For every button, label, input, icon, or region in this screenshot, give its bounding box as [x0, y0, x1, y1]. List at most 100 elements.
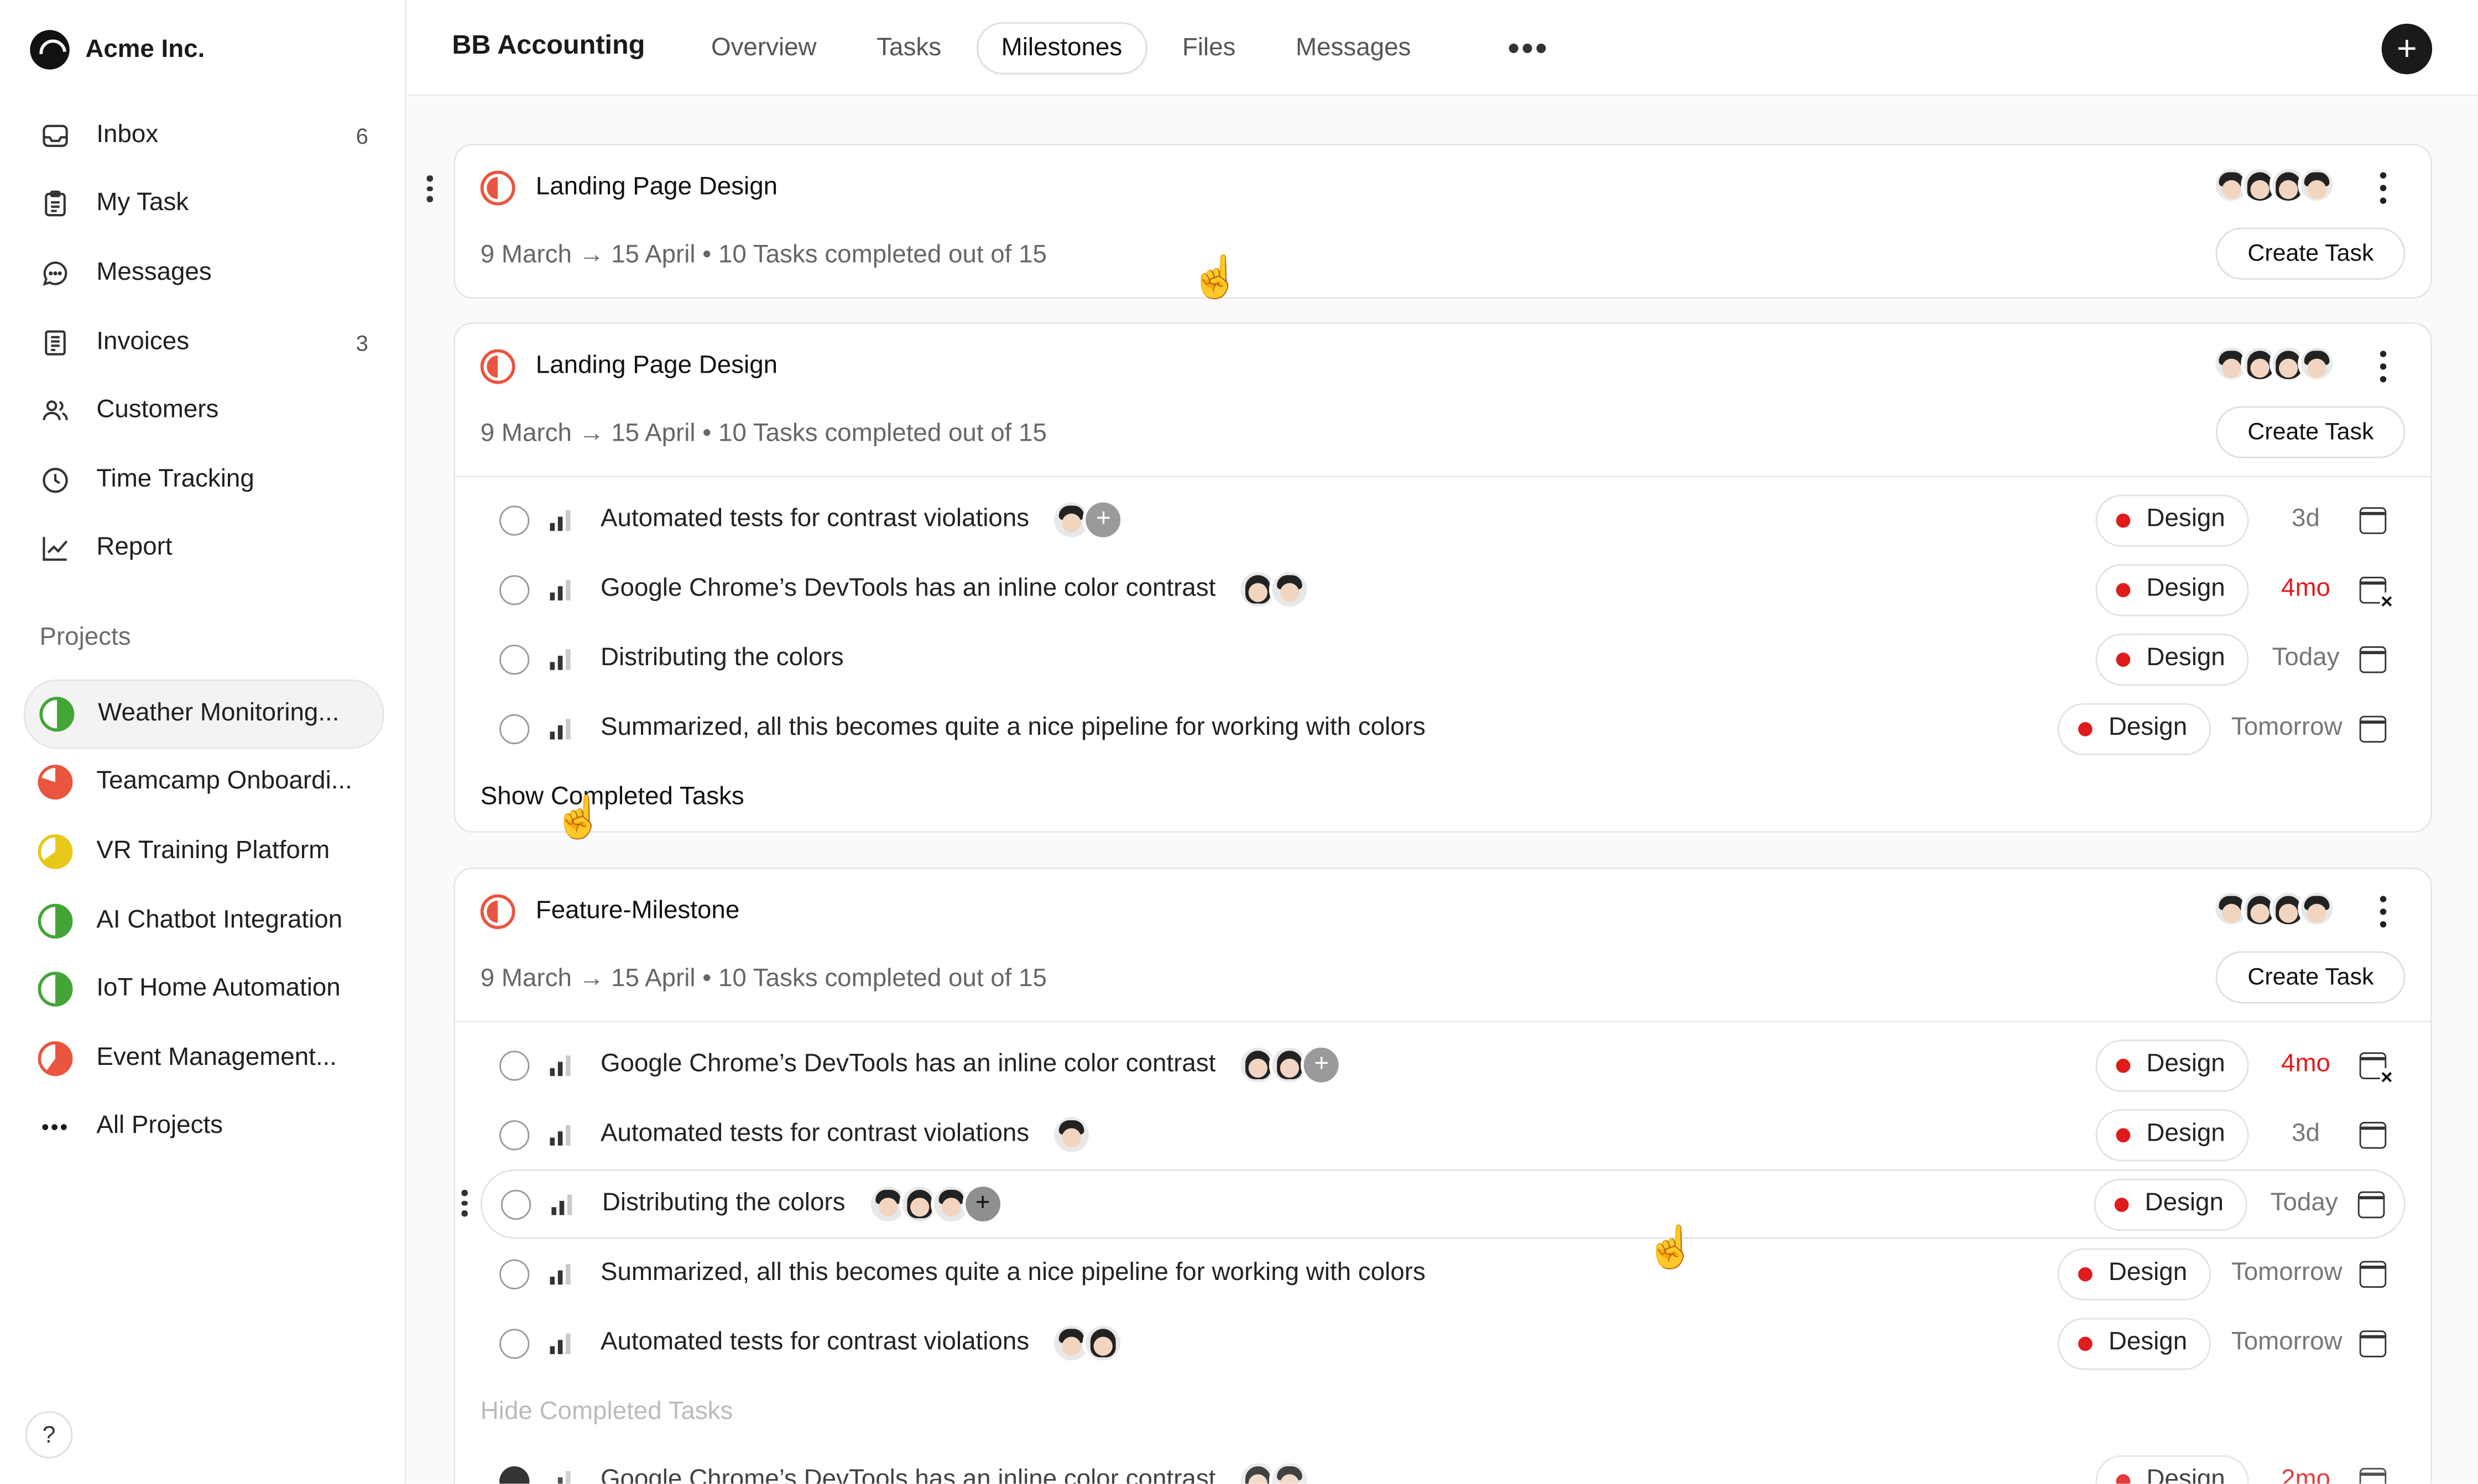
tab-milestones[interactable]: Milestones — [975, 22, 1147, 75]
task-assignees[interactable] — [1051, 1114, 1093, 1156]
create-task-button[interactable]: Create Task — [2216, 951, 2406, 1004]
all-projects-link[interactable]: ••• All Projects — [24, 1093, 384, 1162]
task-assignees[interactable] — [1238, 1460, 1311, 1484]
project-item-vr-training[interactable]: VR Training Platform — [24, 817, 384, 886]
project-item-iot-home[interactable]: IoT Home Automation — [24, 955, 384, 1024]
project-item-teamcamp-onboarding[interactable]: Teamcamp Onboardi... — [24, 748, 384, 817]
project-item-ai-chatbot[interactable]: AI Chatbot Integration — [24, 886, 384, 955]
milestone-menu-icon[interactable] — [2371, 346, 2396, 387]
nav-item-invoices[interactable]: Invoices 3 — [24, 308, 384, 377]
priority-icon[interactable] — [550, 1332, 576, 1355]
add-assignee-icon[interactable]: + — [962, 1183, 1004, 1225]
task-row[interactable]: Summarized, all this becomes quite a nic… — [455, 694, 2430, 764]
task-tag[interactable]: Design — [2058, 1247, 2211, 1300]
calendar-icon[interactable] — [2357, 1190, 2385, 1217]
nav-item-messages[interactable]: Messages — [24, 239, 384, 308]
priority-icon[interactable] — [550, 1124, 576, 1146]
project-item-event-management[interactable]: Event Management... — [24, 1024, 384, 1093]
show-completed-tasks-toggle[interactable]: Show Completed Tasks — [455, 763, 2430, 831]
task-tag[interactable]: Design — [2058, 1316, 2211, 1370]
task-row[interactable]: Google Chrome’s DevTools has an inline c… — [455, 1030, 2430, 1100]
task-tag[interactable]: Design — [2095, 1038, 2249, 1091]
more-tabs-button[interactable]: ••• — [1505, 22, 1552, 74]
create-task-button[interactable]: Create Task — [2216, 227, 2406, 280]
task-row[interactable]: Summarized, all this becomes quite a nic… — [455, 1239, 2430, 1308]
workspace-switcher[interactable]: Acme Inc. — [30, 30, 205, 70]
task-checked-icon[interactable] — [499, 1465, 530, 1484]
nav-item-customers[interactable]: Customers — [24, 377, 384, 446]
help-button[interactable]: ? — [25, 1410, 73, 1459]
calendar-icon[interactable] — [2359, 645, 2387, 672]
nav-item-time-tracking[interactable]: Time Tracking — [24, 446, 384, 515]
task-tag[interactable]: Design — [2058, 702, 2211, 755]
priority-icon[interactable] — [550, 578, 576, 600]
milestone-menu-icon[interactable] — [2371, 891, 2396, 932]
priority-icon[interactable] — [550, 717, 576, 740]
task-tag[interactable]: Design — [2095, 494, 2249, 546]
task-row[interactable]: Automated tests for contrast violations … — [455, 1100, 2430, 1169]
task-checkbox[interactable] — [499, 644, 530, 674]
task-row-hovered[interactable]: Distributing the colors + Design Today — [480, 1169, 2406, 1239]
priority-icon[interactable] — [550, 509, 576, 531]
task-checkbox[interactable] — [499, 574, 530, 605]
add-assignee-icon[interactable]: + — [1083, 499, 1124, 541]
nav-item-my-task[interactable]: My Task — [24, 170, 384, 239]
milestone-title[interactable]: Landing Page Design — [536, 171, 778, 206]
calendar-overdue-icon[interactable] — [2359, 1051, 2393, 1086]
task-due-overdue: 2mo — [2281, 1466, 2330, 1484]
task-tag[interactable]: Design — [2095, 1454, 2249, 1484]
milestone-assignees[interactable] — [2212, 166, 2336, 204]
tab-tasks[interactable]: Tasks — [851, 22, 966, 74]
task-assignees[interactable] — [1051, 1322, 1124, 1364]
task-checkbox[interactable] — [499, 505, 530, 535]
add-assignee-icon[interactable]: + — [1301, 1044, 1342, 1086]
priority-icon[interactable] — [551, 1193, 577, 1215]
calendar-icon[interactable] — [2359, 1467, 2387, 1484]
task-row[interactable]: Google Chrome’s DevTools has an inline c… — [455, 555, 2430, 624]
task-checkbox[interactable] — [499, 1049, 530, 1080]
tab-overview[interactable]: Overview — [686, 22, 842, 74]
priority-icon[interactable] — [550, 1470, 576, 1484]
task-assignees[interactable]: + — [1051, 499, 1124, 541]
task-tag[interactable]: Design — [2094, 1178, 2247, 1230]
priority-icon[interactable] — [550, 648, 576, 670]
project-item-weather-monitoring[interactable]: Weather Monitoring... — [23, 679, 384, 749]
milestone-menu-icon[interactable] — [2371, 168, 2396, 208]
task-assignees[interactable]: + — [1238, 1044, 1342, 1086]
drag-handle-icon[interactable] — [460, 1189, 469, 1216]
priority-icon[interactable] — [550, 1262, 576, 1285]
hide-completed-tasks-toggle[interactable]: Hide Completed Tasks — [455, 1378, 2430, 1446]
drag-handle-icon[interactable] — [425, 175, 435, 202]
create-task-button[interactable]: Create Task — [2216, 406, 2406, 458]
task-row[interactable]: Distributing the colors Design Today — [455, 624, 2430, 694]
calendar-icon[interactable] — [2359, 506, 2387, 534]
milestone-title[interactable]: Feature-Milestone — [536, 895, 740, 929]
calendar-icon[interactable] — [2359, 715, 2387, 742]
calendar-overdue-icon[interactable] — [2359, 576, 2393, 611]
milestone-assignees[interactable] — [2212, 344, 2336, 383]
task-assignees[interactable]: + — [867, 1183, 1004, 1225]
nav-item-inbox[interactable]: Inbox 6 — [24, 101, 384, 170]
task-row[interactable]: Automated tests for contrast violations … — [455, 1308, 2430, 1378]
calendar-icon[interactable] — [2359, 1329, 2387, 1357]
calendar-icon[interactable] — [2359, 1121, 2387, 1148]
nav-item-report[interactable]: Report — [24, 514, 384, 583]
add-button[interactable]: + — [2381, 23, 2433, 75]
task-tag[interactable]: Design — [2095, 1108, 2249, 1161]
task-tag[interactable]: Design — [2095, 633, 2249, 685]
task-tag[interactable]: Design — [2095, 563, 2249, 616]
milestone-assignees[interactable] — [2212, 889, 2336, 928]
calendar-icon[interactable] — [2359, 1260, 2387, 1287]
task-checkbox[interactable] — [499, 1258, 530, 1289]
completed-task-row[interactable]: Google Chrome’s DevTools has an inline c… — [455, 1446, 2430, 1484]
task-checkbox[interactable] — [499, 1119, 530, 1150]
tab-messages[interactable]: Messages — [1270, 22, 1436, 74]
priority-icon[interactable] — [550, 1054, 576, 1077]
task-assignees[interactable] — [1238, 568, 1311, 610]
milestone-title[interactable]: Landing Page Design — [536, 349, 778, 384]
task-row[interactable]: Automated tests for contrast violations … — [455, 485, 2430, 555]
task-checkbox[interactable] — [499, 1328, 530, 1358]
task-checkbox[interactable] — [500, 1189, 531, 1219]
tab-files[interactable]: Files — [1157, 22, 1261, 74]
task-checkbox[interactable] — [499, 713, 530, 744]
